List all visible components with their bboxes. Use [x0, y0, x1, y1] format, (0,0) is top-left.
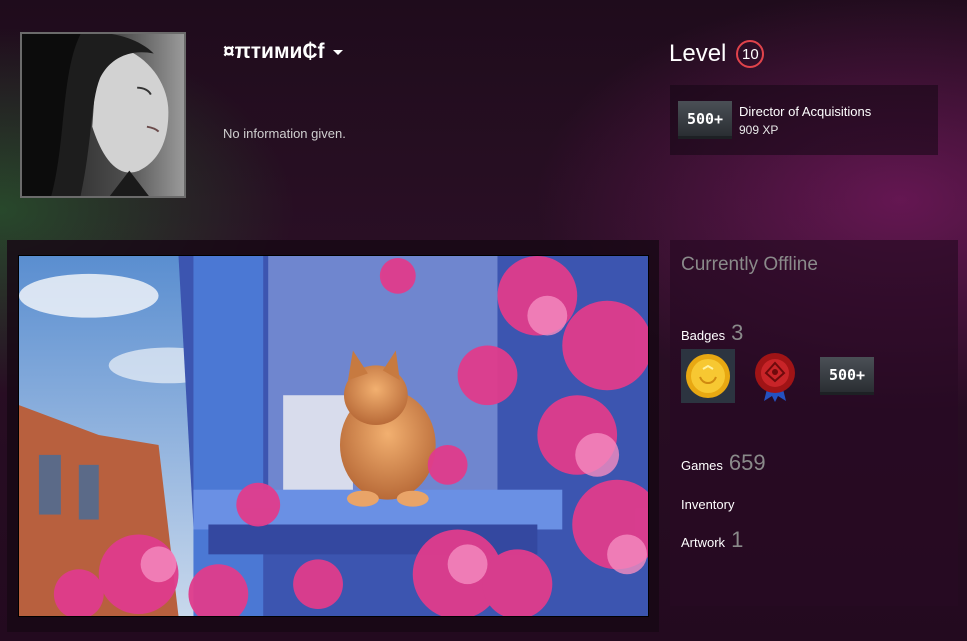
- badges-label: Badges: [681, 328, 726, 343]
- games-label: Games: [681, 458, 723, 473]
- persona-name: ¤πтими₵f: [223, 40, 325, 63]
- badges-count: 3: [731, 320, 744, 345]
- persona-name-header[interactable]: ¤πтими₵f: [223, 40, 343, 64]
- profile-level: Level 10: [669, 40, 765, 68]
- artwork-showcase: [7, 240, 659, 632]
- cat-window-artwork: [19, 256, 648, 616]
- avatar-image: [22, 34, 184, 196]
- online-status: Currently Offline: [681, 254, 818, 275]
- profile-avatar[interactable]: [20, 32, 186, 198]
- games-500-icon: 500+: [678, 101, 732, 139]
- wax-seal-ribbon-icon[interactable]: [748, 349, 802, 403]
- games-count: 659: [728, 450, 766, 475]
- artwork-link[interactable]: Artwork 1: [681, 527, 743, 553]
- gold-coin-icon[interactable]: [681, 349, 735, 403]
- showcase-artwork-image[interactable]: [18, 255, 649, 617]
- badges-link[interactable]: Badges 3: [681, 320, 743, 346]
- profile-sidebar: Currently Offline Badges 3 500+ Games 659 …: [670, 240, 958, 606]
- games-500-icon[interactable]: 500+: [820, 349, 874, 403]
- profile-summary: No information given.: [223, 126, 346, 141]
- favorite-badge-xp: 909 XP: [739, 123, 779, 137]
- favorite-badge[interactable]: 500+ Director of Acquisitions 909 XP: [670, 85, 938, 155]
- inventory-link[interactable]: Inventory: [681, 497, 734, 512]
- level-label: Level: [669, 40, 727, 67]
- favorite-badge-name: Director of Acquisitions: [739, 104, 872, 119]
- chevron-down-icon[interactable]: [332, 49, 343, 55]
- artwork-count: 1: [731, 527, 744, 552]
- level-badge[interactable]: 10: [736, 40, 765, 68]
- inventory-label: Inventory: [681, 497, 735, 512]
- games-500-text: 500+: [820, 357, 874, 395]
- artwork-label: Artwork: [681, 535, 726, 550]
- games-link[interactable]: Games 659: [681, 450, 766, 476]
